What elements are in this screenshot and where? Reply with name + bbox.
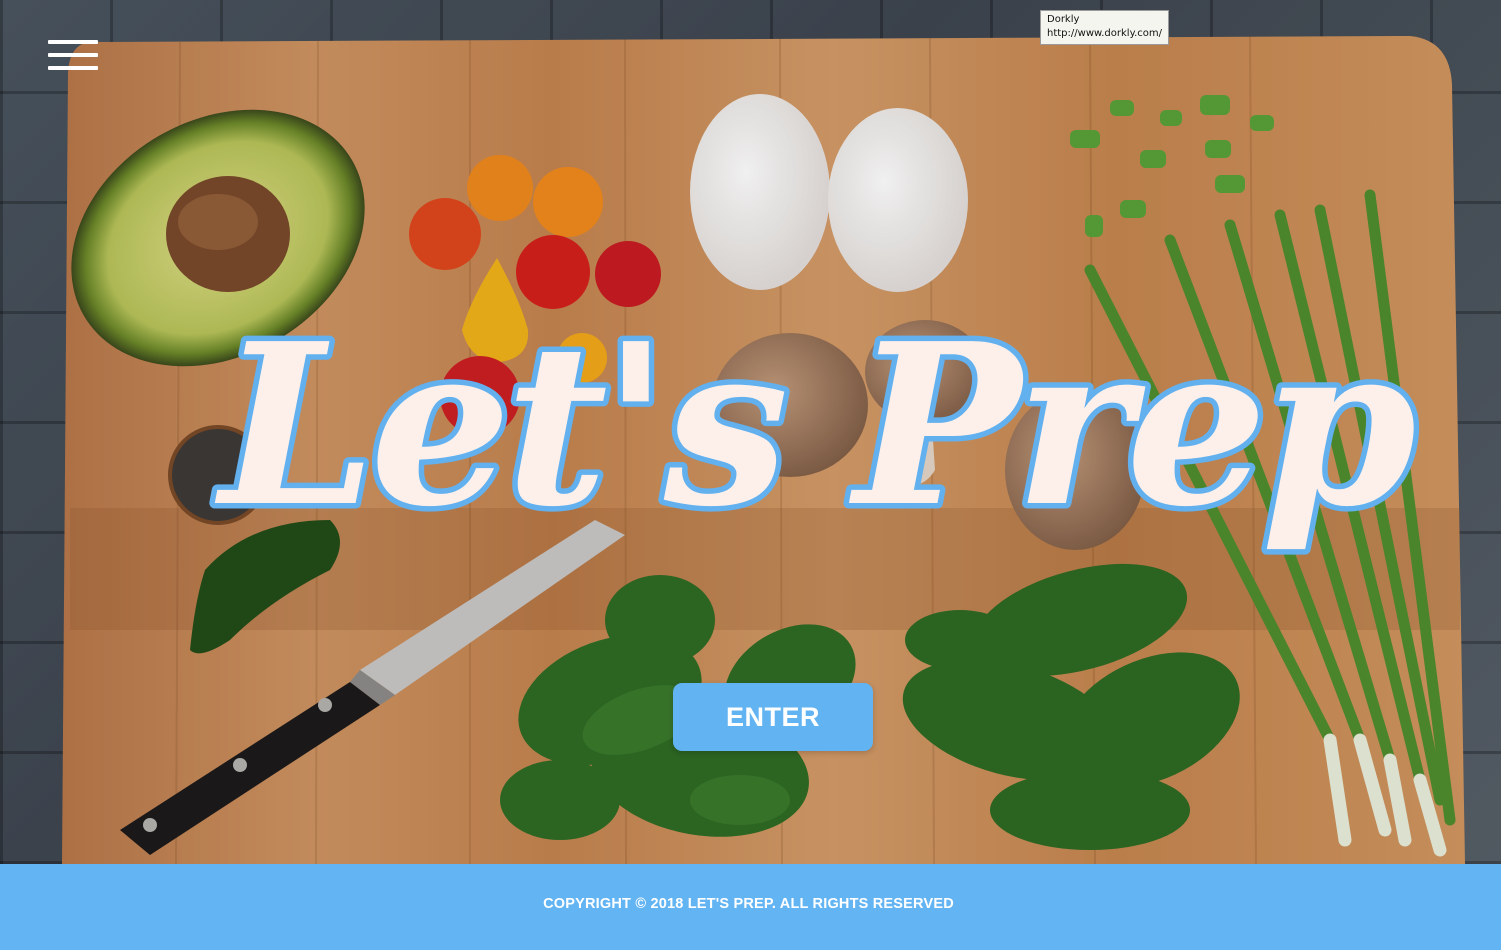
link-tooltip: Dorkly http://www.dorkly.com/ [1040,10,1169,45]
copyright-text: COPYRIGHT © 2018 LET'S PREP. ALL RIGHTS … [543,895,954,912]
tooltip-title: Dorkly [1047,14,1080,25]
menu-bar [48,53,98,57]
hamburger-menu-icon[interactable] [46,38,100,74]
tooltip-url: http://www.dorkly.com/ [1047,28,1162,39]
enter-button[interactable]: ENTER [673,683,873,751]
logo-title: Let's Prep [209,291,1426,562]
menu-bar [48,66,98,70]
footer: COPYRIGHT © 2018 LET'S PREP. ALL RIGHTS … [0,864,1501,950]
logo-text: Let's Prep [214,296,1414,556]
menu-bar [48,40,98,44]
